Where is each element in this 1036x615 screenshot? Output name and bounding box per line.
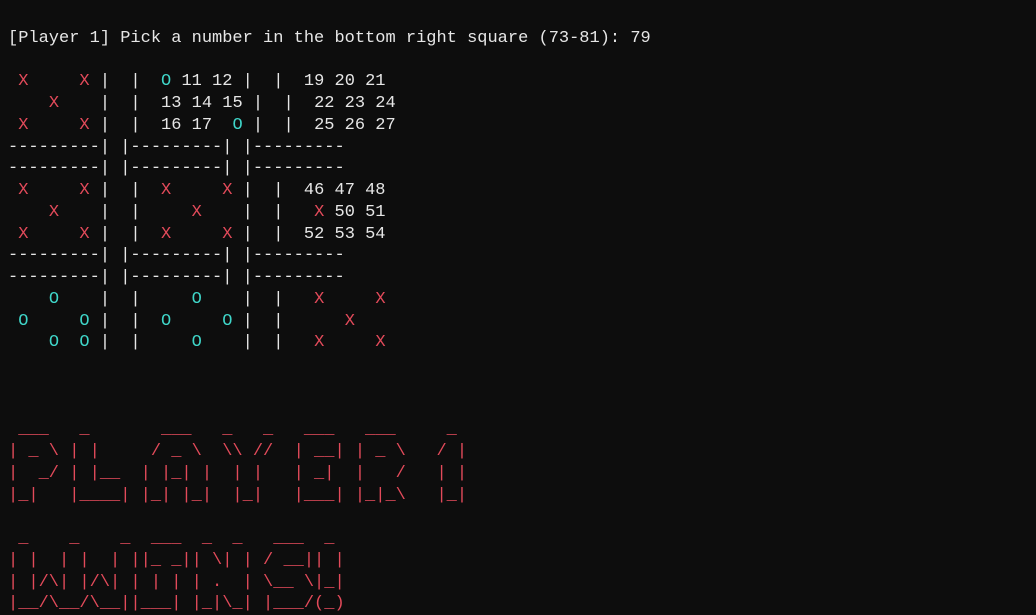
- prompt-line: [Player 1] Pick a number in the bottom r…: [8, 29, 651, 48]
- winner-banner: ___ _ ___ _ _ ___ ___ _ | _ \ | | / _ \ …: [8, 398, 1028, 615]
- x-mark: X: [314, 290, 324, 309]
- x-mark: X: [79, 116, 89, 135]
- o-mark: O: [232, 116, 242, 135]
- x-mark: X: [18, 181, 28, 200]
- x-mark: X: [161, 181, 171, 200]
- x-mark: X: [49, 94, 59, 113]
- o-mark: O: [192, 290, 202, 309]
- o-mark: O: [49, 290, 59, 309]
- o-mark: O: [49, 333, 59, 352]
- x-mark: X: [18, 72, 28, 91]
- x-mark: X: [79, 225, 89, 244]
- x-mark: X: [222, 181, 232, 200]
- x-mark: X: [18, 116, 28, 135]
- x-mark: X: [161, 225, 171, 244]
- x-mark: X: [222, 225, 232, 244]
- terminal: [Player 1] Pick a number in the bottom r…: [0, 0, 1036, 615]
- x-mark: X: [79, 181, 89, 200]
- o-mark: O: [18, 312, 28, 331]
- o-mark: O: [79, 312, 89, 331]
- o-mark: O: [192, 333, 202, 352]
- x-mark: X: [18, 225, 28, 244]
- x-mark: X: [49, 203, 59, 222]
- x-mark: X: [192, 203, 202, 222]
- x-mark: X: [375, 290, 385, 309]
- o-mark: O: [222, 312, 232, 331]
- prompt-label: [Player 1] Pick a number in the bottom r…: [8, 29, 630, 48]
- x-mark: X: [375, 333, 385, 352]
- game-board: X X | | O 11 12 | | 19 20 21 X | | 13 14…: [8, 50, 1028, 376]
- prompt-input[interactable]: 79: [630, 29, 650, 48]
- o-mark: O: [79, 333, 89, 352]
- x-mark: X: [314, 203, 324, 222]
- x-mark: X: [79, 72, 89, 91]
- o-mark: O: [161, 312, 171, 331]
- x-mark: X: [314, 333, 324, 352]
- o-mark: O: [161, 72, 171, 91]
- x-mark: X: [345, 312, 355, 331]
